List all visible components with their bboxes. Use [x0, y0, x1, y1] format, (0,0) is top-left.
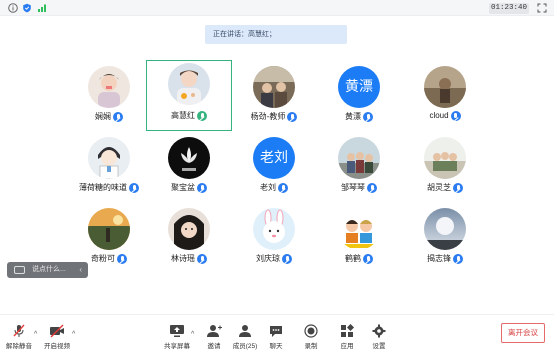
- participant-name: 林诗瑶: [171, 254, 195, 263]
- avatar: [168, 137, 210, 179]
- mic-icon: [453, 182, 463, 193]
- participant-name: 娴娴: [95, 112, 111, 121]
- top-bar: 01:23:40: [0, 0, 554, 16]
- participant-tile[interactable]: 揭志锋: [402, 205, 488, 275]
- bottom-toolbar: 解除静音 ^ 开启视频 ^ 共享屏幕 ^ 邀请 成员(25) 聊天 录制 应用 …: [0, 314, 554, 352]
- participant-name: 薄荷糖的味道: [79, 183, 127, 192]
- share-options-chevron-icon[interactable]: ^: [191, 331, 194, 338]
- participant-tile[interactable]: 娴娴: [66, 63, 152, 133]
- mic-icon: [129, 182, 139, 193]
- unmute-label: 解除静音: [6, 343, 32, 350]
- chat-button[interactable]: 聊天: [258, 324, 294, 350]
- avatar: [88, 208, 130, 250]
- collapse-chevron-icon[interactable]: ‹: [79, 262, 82, 278]
- mic-icon: [363, 111, 373, 122]
- settings-button[interactable]: 设置: [361, 324, 397, 350]
- video-options-chevron-icon[interactable]: ^: [72, 331, 75, 338]
- chat-bubble-icon: [14, 266, 25, 274]
- signal-icon[interactable]: [37, 3, 47, 13]
- participant-name: 胡灵芝: [427, 183, 451, 192]
- participant-tile-active[interactable]: 高慧红: [146, 60, 232, 131]
- participant-name: 高慧红: [171, 111, 195, 120]
- mic-muted-icon: [13, 324, 25, 337]
- avatar: [168, 63, 210, 105]
- members-icon: [239, 325, 251, 337]
- avatar: [88, 66, 130, 108]
- start-video-label: 开启视频: [44, 343, 70, 350]
- apps-grid-icon: [341, 324, 355, 337]
- share-screen-label: 共享屏幕: [164, 343, 190, 350]
- camera-off-icon: [50, 324, 64, 338]
- shield-icon[interactable]: [22, 3, 32, 13]
- meeting-timer: 01:23:40: [489, 3, 529, 14]
- record-label: 录制: [304, 343, 318, 350]
- invite-label: 邀请: [207, 343, 221, 350]
- chat-label: 聊天: [269, 343, 283, 350]
- chat-input[interactable]: 说点什么... ‹: [7, 262, 88, 278]
- mic-icon: [287, 111, 298, 122]
- unmute-button[interactable]: 解除静音: [0, 324, 38, 350]
- avatar: 黄漂: [338, 66, 380, 108]
- members-label: 成员(25): [232, 343, 258, 350]
- avatar: [338, 208, 380, 250]
- avatar: [88, 137, 130, 179]
- avatar: [424, 66, 466, 108]
- participant-name: 聚宝盆: [171, 183, 195, 192]
- apps-button[interactable]: 应用: [329, 324, 365, 350]
- participant-tile[interactable]: 聚宝盆: [146, 134, 232, 204]
- info-icon[interactable]: [8, 3, 18, 13]
- start-video-button[interactable]: 开启视频: [38, 324, 76, 350]
- settings-label: 设置: [372, 343, 386, 350]
- mic-icon: [117, 253, 127, 264]
- participant-tile[interactable]: 黄漂 黄漂: [316, 63, 402, 133]
- chat-icon: [270, 326, 282, 337]
- participant-tile[interactable]: 老刘 老刘: [231, 134, 317, 204]
- avatar: [253, 66, 295, 108]
- avatar: [168, 208, 210, 250]
- participant-name: 奇粉可: [91, 254, 115, 263]
- mic-icon: [363, 253, 373, 264]
- participant-tile[interactable]: 刘庆琼: [231, 205, 317, 275]
- participant-name: cloud: [429, 111, 449, 121]
- participant-tile[interactable]: 胡灵芝: [402, 134, 488, 204]
- participant-tile[interactable]: 薄荷糖的味道: [60, 134, 158, 204]
- avatar: 老刘: [253, 137, 295, 179]
- participant-tile[interactable]: 鹤鹤: [316, 205, 402, 275]
- apps-label: 应用: [340, 343, 354, 350]
- speaking-mic-icon: [197, 110, 207, 121]
- avatar: [338, 137, 380, 179]
- participant-tile[interactable]: 林诗瑶: [146, 205, 232, 275]
- record-button[interactable]: 录制: [293, 324, 329, 350]
- chat-placeholder: 说点什么...: [32, 266, 66, 273]
- participant-tile[interactable]: 杨劲-教师: [231, 63, 317, 133]
- mic-icon: [453, 253, 463, 264]
- record-icon: [304, 324, 318, 338]
- avatar: [424, 208, 466, 250]
- leave-meeting-button[interactable]: 离开会议: [501, 323, 545, 343]
- share-screen-icon: [170, 325, 184, 337]
- participant-name: 鹤鹤: [345, 254, 361, 263]
- mic-icon: [197, 253, 207, 264]
- participant-name: 老刘: [260, 183, 276, 192]
- audio-options-chevron-icon[interactable]: ^: [34, 331, 37, 338]
- mic-icon: [282, 253, 292, 264]
- speaking-banner: 正在讲话：高慧红；: [205, 25, 347, 44]
- add-user-icon: [207, 325, 222, 337]
- mic-icon: [113, 111, 123, 122]
- gear-icon: [372, 324, 386, 338]
- participant-name: 刘庆琼: [256, 254, 280, 263]
- participant-tile[interactable]: 邹琴琴: [316, 134, 402, 204]
- participant-name: 揭志锋: [427, 254, 451, 263]
- participant-name: 杨劲-教师: [250, 112, 286, 121]
- mic-icon: [278, 182, 288, 193]
- avatar: [253, 208, 295, 250]
- mic-icon: [197, 182, 207, 193]
- avatar: [424, 137, 466, 179]
- fullscreen-icon[interactable]: [537, 3, 547, 13]
- mic-icon: [450, 111, 461, 121]
- mic-icon: [367, 182, 377, 193]
- participant-name: 邹琴琴: [341, 183, 365, 192]
- participant-tile[interactable]: cloud: [402, 63, 488, 133]
- participant-name: 黄漂: [345, 112, 361, 121]
